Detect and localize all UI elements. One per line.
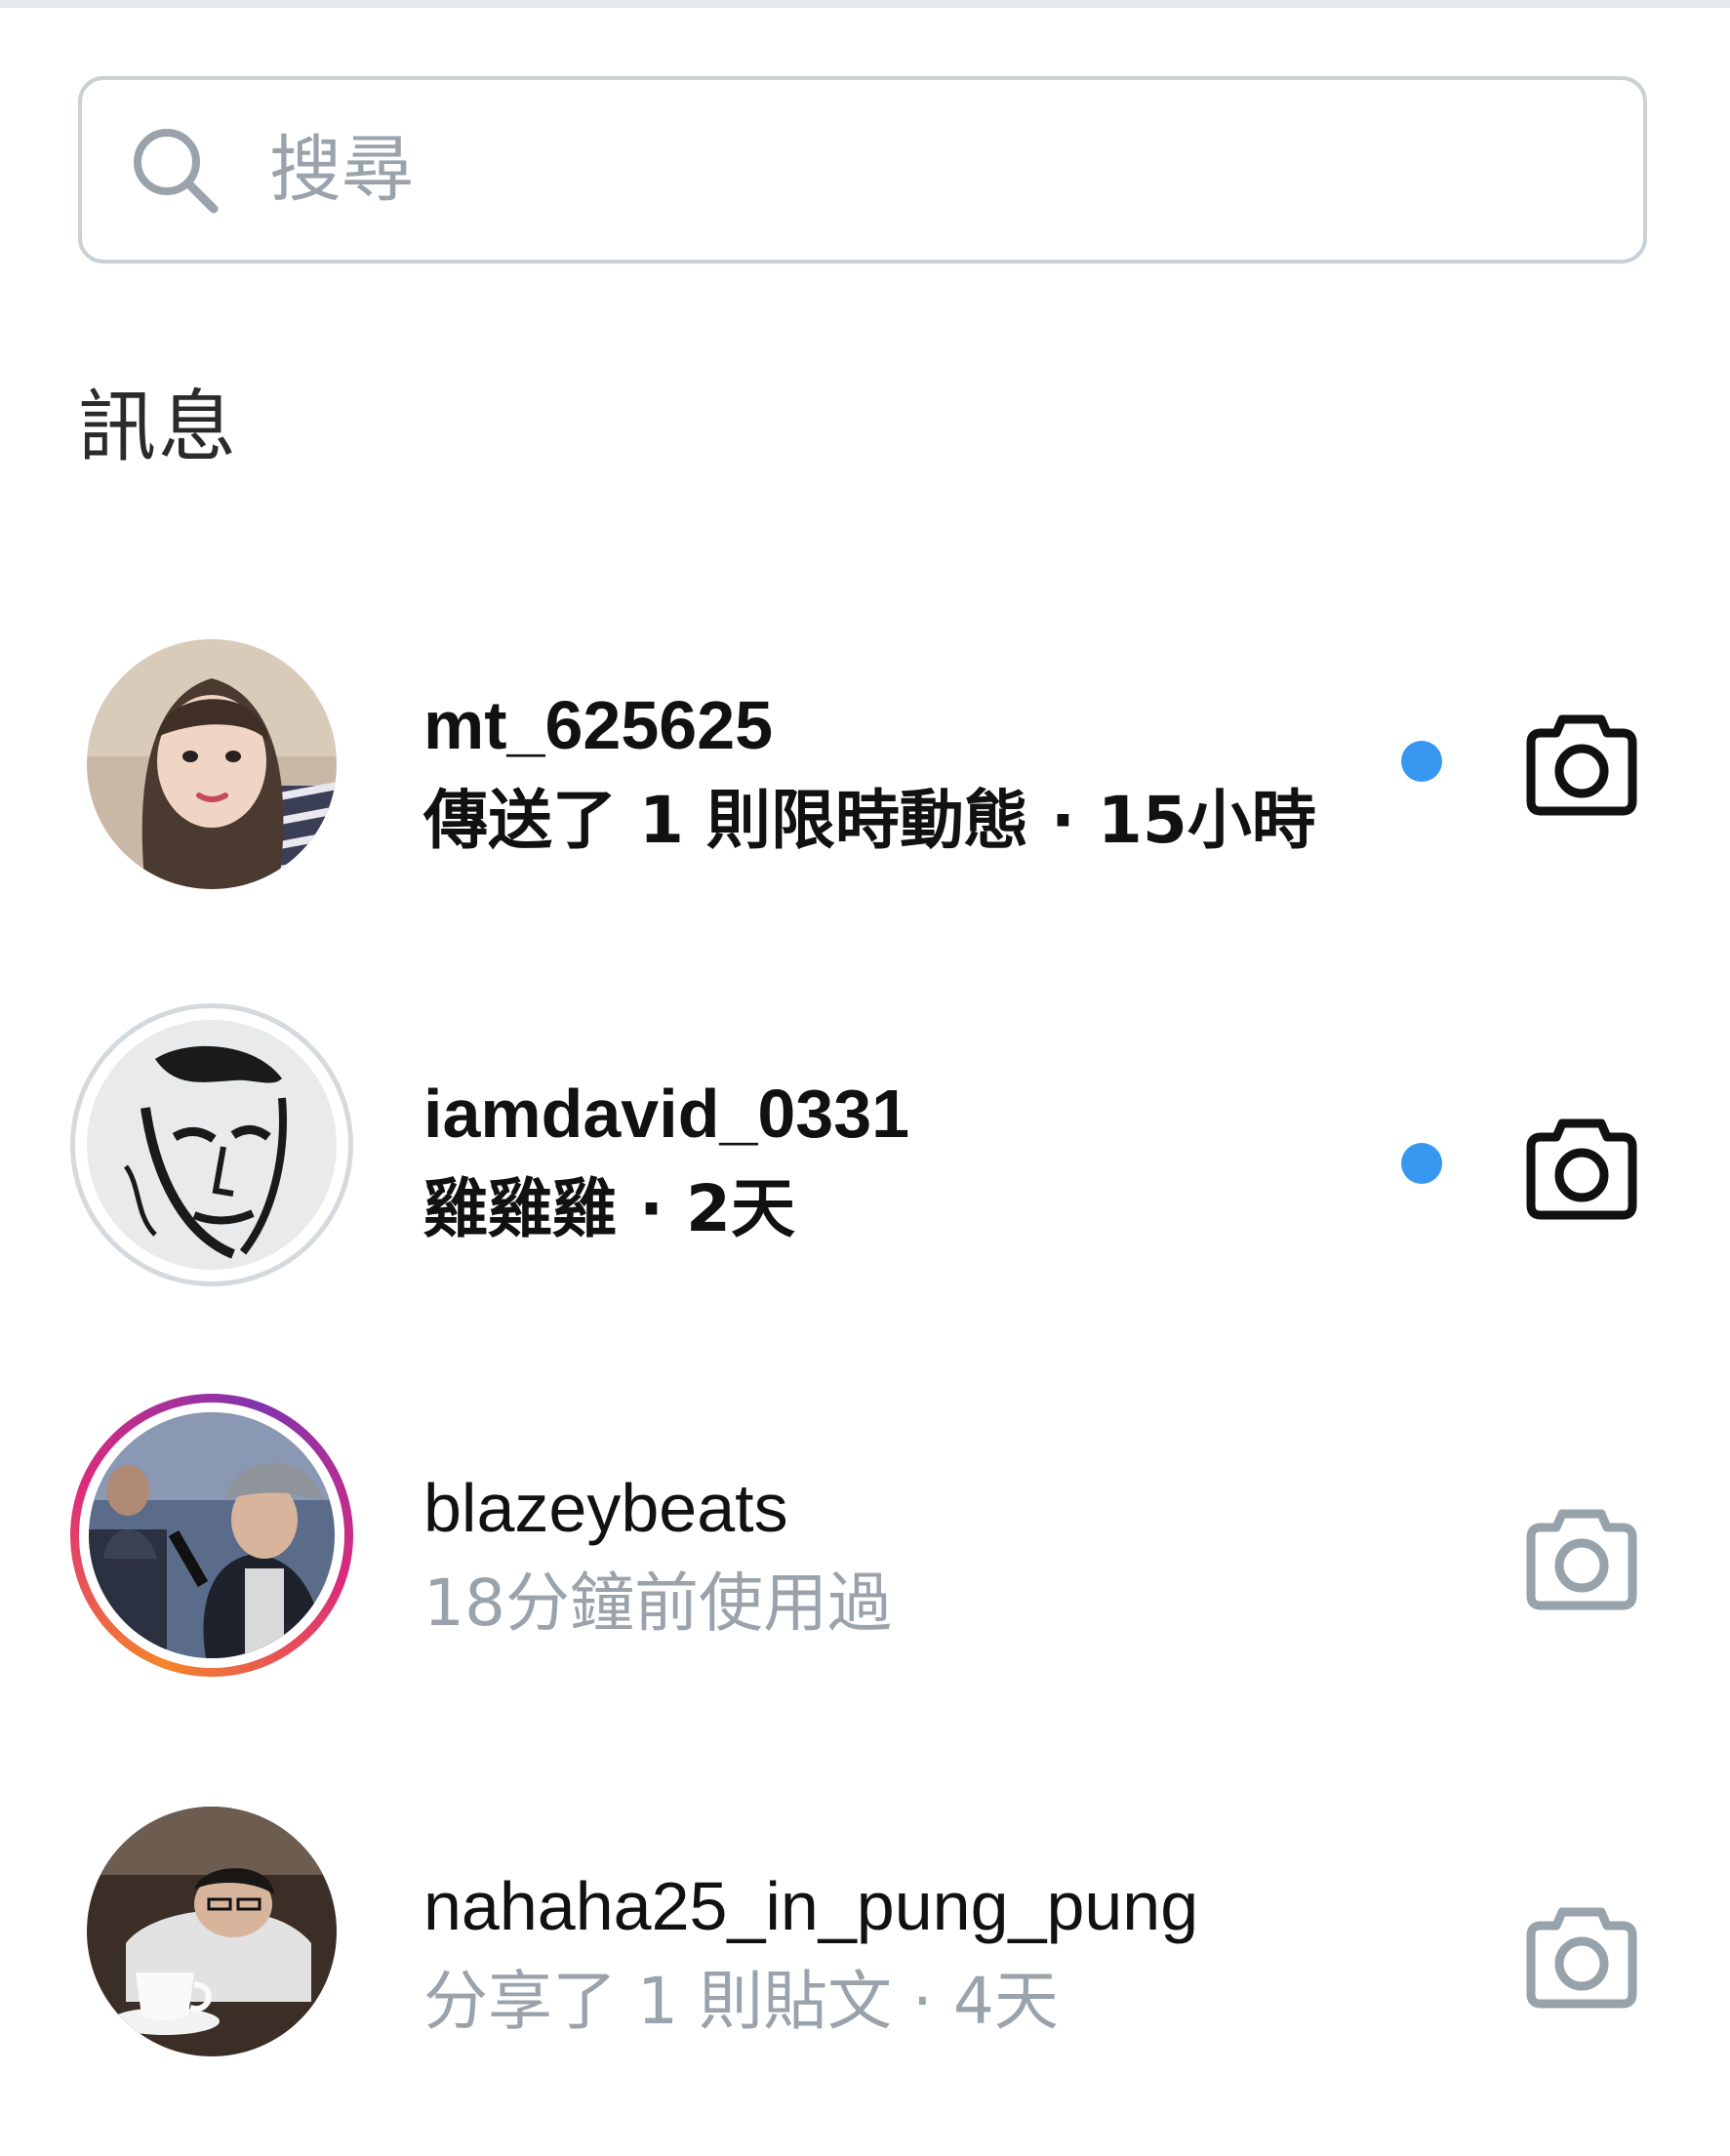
conversation-username: blazeybeats bbox=[423, 1470, 788, 1546]
unread-indicator bbox=[1401, 741, 1442, 782]
avatar[interactable] bbox=[70, 1003, 353, 1286]
avatar-photo bbox=[87, 639, 337, 889]
avatar-photo bbox=[87, 1807, 337, 2056]
camera-icon[interactable] bbox=[1518, 1491, 1645, 1618]
conversation-row[interactable]: nahaha25_in_pung_pung 分享了 1 則貼文 · 4天 bbox=[0, 1790, 1730, 2112]
avatar-photo bbox=[87, 1020, 337, 1270]
conversation-preview: 分享了 1 則貼文 · 4天 bbox=[423, 1964, 1059, 2039]
unread-indicator bbox=[1401, 1143, 1442, 1184]
avatar[interactable] bbox=[70, 623, 353, 906]
conversation-preview: 傳送了 1 則限時動態 · 15小時 bbox=[423, 783, 1316, 858]
camera-icon[interactable] bbox=[1518, 697, 1645, 824]
avatar[interactable] bbox=[70, 1394, 353, 1677]
story-ring bbox=[79, 1403, 344, 1668]
conversation-row[interactable]: blazeybeats 18分鐘前使用過 bbox=[0, 1392, 1730, 1714]
search-bar[interactable] bbox=[78, 76, 1647, 264]
conversation-row[interactable]: iamdavid_0331 雞雞雞 · 2天 bbox=[0, 999, 1730, 1322]
conversation-preview: 18分鐘前使用過 bbox=[423, 1566, 892, 1641]
avatar-photo bbox=[89, 1412, 335, 1658]
top-divider bbox=[0, 0, 1730, 8]
conversation-username: mt_625625 bbox=[423, 687, 774, 763]
conversation-username: nahaha25_in_pung_pung bbox=[423, 1868, 1199, 1944]
conversation-preview: 雞雞雞 · 2天 bbox=[423, 1171, 795, 1246]
search-icon bbox=[121, 116, 228, 224]
conversation-row[interactable]: mt_625625 傳送了 1 則限時動態 · 15小時 bbox=[0, 615, 1730, 937]
camera-icon[interactable] bbox=[1518, 1890, 1645, 2016]
avatar[interactable] bbox=[70, 1790, 353, 2073]
search-input[interactable] bbox=[269, 128, 1538, 212]
camera-icon[interactable] bbox=[1518, 1101, 1645, 1228]
conversation-username: iamdavid_0331 bbox=[423, 1076, 910, 1152]
section-title-messages: 訊息 bbox=[78, 382, 238, 472]
